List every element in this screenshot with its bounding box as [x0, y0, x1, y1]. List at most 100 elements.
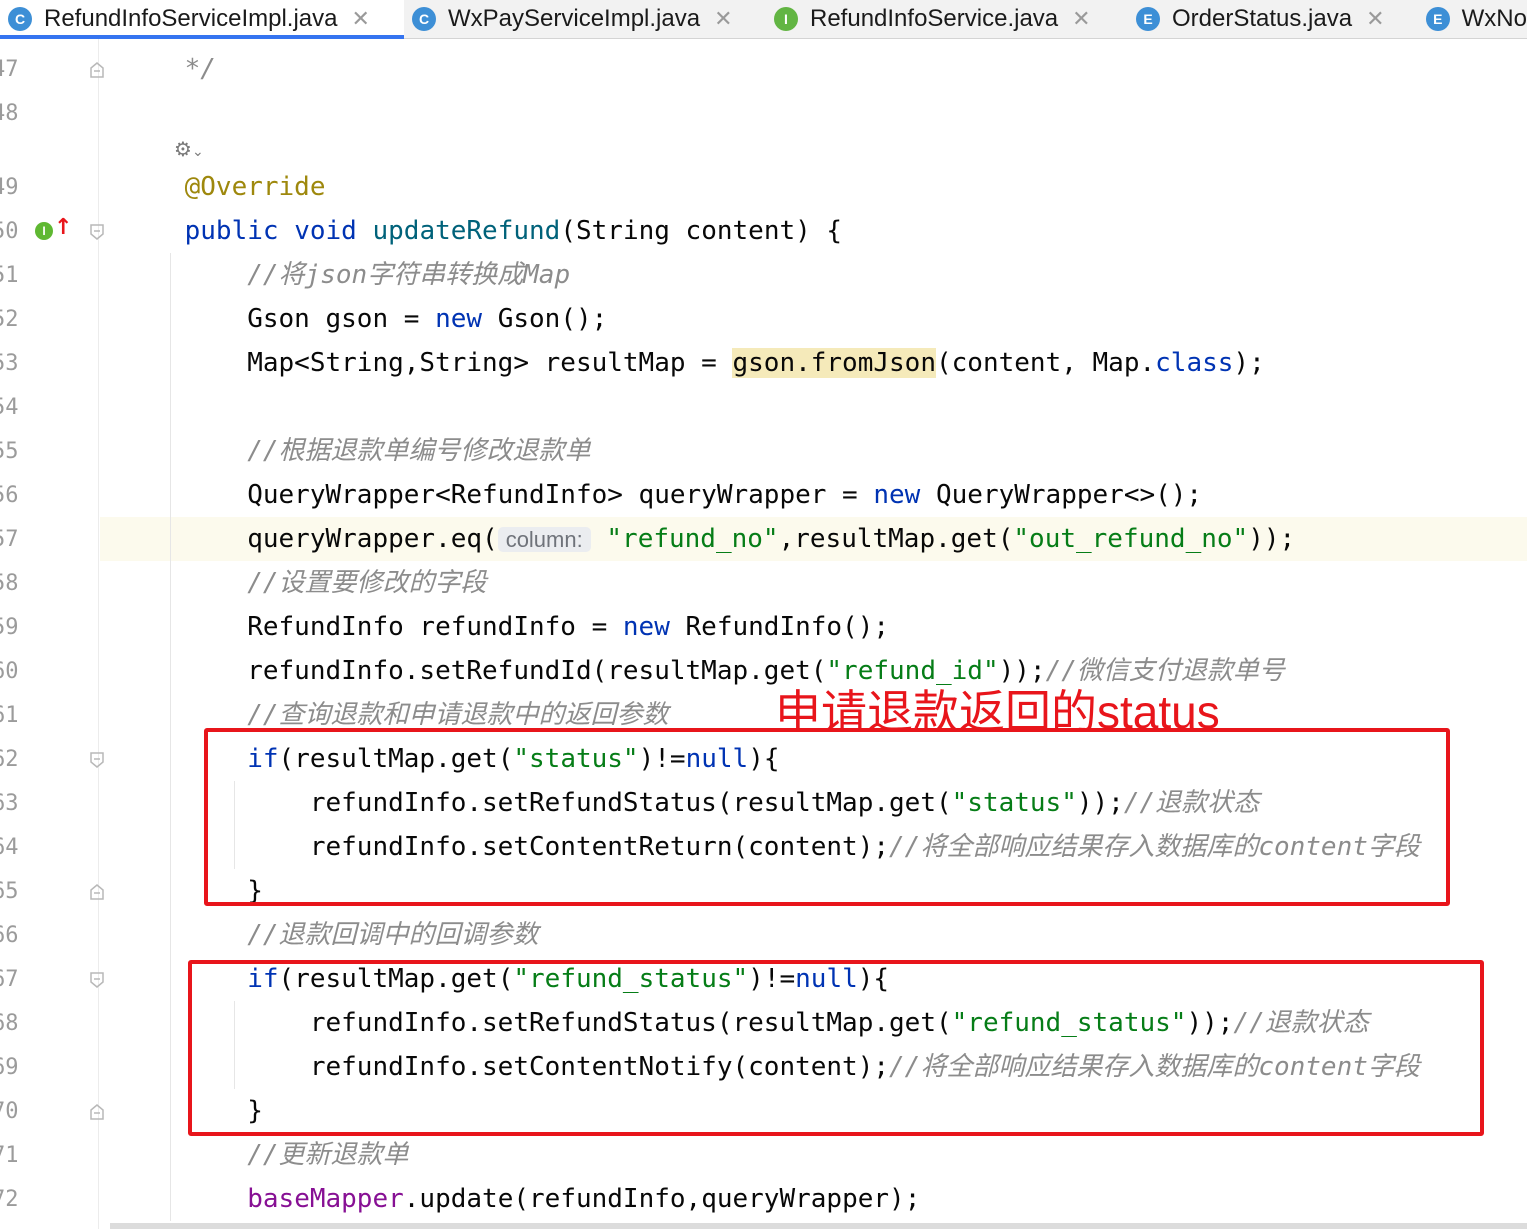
editor-tab-bar: C RefundInfoServiceImpl.java ✕ C WxPaySe… — [0, 0, 1527, 39]
tab-refundinfoserviceimpl[interactable]: C RefundInfoServiceImpl.java ✕ — [0, 0, 404, 39]
line-number: 62 — [0, 747, 19, 772]
code-line[interactable]: //退款回调中的回调参数 — [100, 913, 1527, 957]
code-line[interactable]: //更新退款单 — [100, 1133, 1527, 1177]
code-token: //根据退款单编号修改退款单 — [247, 436, 591, 466]
code-token: Gson gson = — [122, 304, 436, 334]
code-text: */ — [122, 47, 216, 91]
code-token: new — [622, 612, 670, 642]
close-icon[interactable]: ✕ — [714, 6, 732, 32]
annotation-box-status — [204, 728, 1450, 906]
tab-wxno[interactable]: E WxNo — [1426, 0, 1527, 38]
line-number: 72 — [0, 1187, 19, 1212]
enum-file-icon: E — [1426, 7, 1450, 31]
code-line[interactable]: public void updateRefund(String content)… — [100, 209, 1527, 253]
implements-method-icon[interactable]: I — [35, 222, 53, 240]
code-token: ,resultMap.get( — [778, 524, 1014, 554]
line-number: 60 — [0, 659, 19, 684]
code-text: //退款回调中的回调参数 — [122, 913, 538, 957]
code-token: //更新退款单 — [247, 1140, 409, 1170]
code-token: new — [435, 304, 483, 334]
code-line[interactable]: //设置要修改的字段 — [100, 561, 1527, 605]
line-number: 50 — [0, 219, 19, 244]
line-number: 58 — [0, 571, 19, 596]
tab-label: RefundInfoService.java — [810, 5, 1059, 32]
code-line[interactable]: QueryWrapper<RefundInfo> queryWrapper = … — [100, 473, 1527, 517]
code-line[interactable] — [100, 385, 1527, 429]
tab-wxpayserviceimpl[interactable]: C WxPayServiceImpl.java ✕ — [412, 0, 762, 38]
code-token: */ — [122, 54, 216, 84]
code-line[interactable]: //根据退款单编号修改退款单 — [100, 429, 1527, 473]
code-text: public void updateRefund(String content)… — [122, 209, 842, 253]
interface-file-icon: I — [774, 7, 798, 31]
implementation-gutter-icon[interactable]: ⚙⌄ — [174, 137, 204, 161]
line-number: 71 — [0, 1143, 19, 1168]
line-number: 69 — [0, 1055, 19, 1080]
line-number: 61 — [0, 703, 19, 728]
line-number: 48 — [0, 101, 19, 126]
line-number: 65 — [0, 879, 19, 904]
tab-label: WxPayServiceImpl.java — [448, 5, 701, 32]
code-token: //查询退款和申请退款中的返回参数 — [247, 700, 669, 730]
indent-guide — [170, 253, 171, 1221]
class-file-icon: C — [8, 7, 32, 31]
code-text: Gson gson = new Gson(); — [122, 297, 607, 341]
code-line[interactable]: Map<String,String> resultMap = gson.from… — [100, 341, 1527, 385]
code-line[interactable]: queryWrapper.eq(column: "refund_no",resu… — [100, 517, 1527, 561]
code-line[interactable]: Gson gson = new Gson(); — [100, 297, 1527, 341]
code-line[interactable]: RefundInfo refundInfo = new RefundInfo()… — [100, 605, 1527, 649]
code-line[interactable] — [100, 91, 1527, 135]
go-to-interface-arrow-icon[interactable]: ↑ — [54, 215, 72, 240]
code-text: @Override — [122, 165, 326, 209]
code-token: (content, Map. — [935, 348, 1156, 378]
code-token: void — [294, 216, 357, 246]
code-token: queryWrapper.eq( — [122, 524, 498, 554]
line-number: 51 — [0, 263, 19, 288]
code-token: (String content) { — [560, 216, 843, 246]
line-number: 47 — [0, 57, 19, 82]
code-line[interactable]: baseMapper.update(refundInfo,queryWrappe… — [100, 1177, 1527, 1221]
close-icon[interactable]: ✕ — [1072, 6, 1090, 32]
code-text: //将json字符串转换成Map — [122, 253, 570, 297]
tab-label: WxNo — [1461, 5, 1527, 32]
code-line[interactable]: @Override — [100, 165, 1527, 209]
code-token: RefundInfo refundInfo = — [122, 612, 623, 642]
horizontal-scrollbar[interactable] — [110, 1223, 1527, 1229]
line-number: 49 — [0, 175, 19, 200]
code-token: baseMapper — [247, 1184, 404, 1214]
tab-orderstatus[interactable]: E OrderStatus.java ✕ — [1136, 0, 1426, 38]
line-number: 63 — [0, 791, 19, 816]
indent-guide — [234, 781, 235, 869]
parameter-hint: column: — [497, 527, 591, 552]
line-number: 64 — [0, 835, 19, 860]
close-icon[interactable]: ✕ — [351, 6, 369, 32]
close-icon[interactable]: ✕ — [1366, 6, 1384, 32]
code-text: QueryWrapper<RefundInfo> queryWrapper = … — [122, 473, 1202, 517]
code-token: @Override — [122, 172, 326, 202]
line-number: 56 — [0, 483, 19, 508]
line-number: 52 — [0, 307, 19, 332]
code-token: Gson(); — [482, 304, 608, 334]
tab-label: OrderStatus.java — [1172, 5, 1353, 32]
code-token: public — [184, 216, 279, 246]
code-line[interactable]: */ — [100, 47, 1527, 91]
line-number-gutter[interactable]: 47 48 49 50 51 52 53 54 55 56 57 58 59 60 61 62 63 64 65 66… — [0, 39, 104, 1229]
code-token: Map<String,String> resultMap = — [122, 348, 733, 378]
code-token: class — [1155, 348, 1234, 378]
code-token: gson.fromJson — [732, 348, 936, 378]
code-text: RefundInfo refundInfo = new RefundInfo()… — [122, 605, 889, 649]
tab-refundinfoservice[interactable]: I RefundInfoService.java ✕ — [774, 0, 1124, 38]
code-line[interactable]: //将json字符串转换成Map — [100, 253, 1527, 297]
code-text: //设置要修改的字段 — [122, 561, 486, 605]
code-token: "refund_no" — [606, 524, 779, 554]
line-number: 68 — [0, 1011, 19, 1036]
code-token: QueryWrapper<>(); — [920, 480, 1203, 510]
line-number: 55 — [0, 439, 19, 464]
